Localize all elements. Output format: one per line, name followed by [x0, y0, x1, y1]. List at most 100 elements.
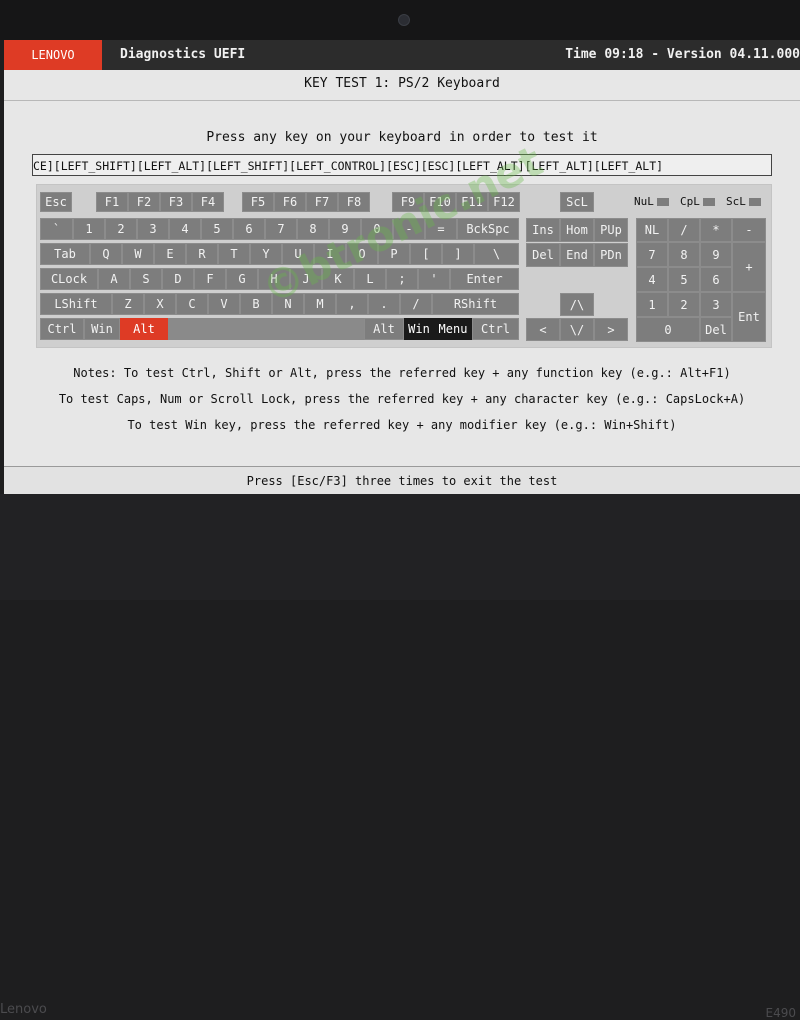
key-numpad-multiply[interactable]: * — [700, 218, 732, 242]
key-p[interactable]: P — [378, 243, 410, 265]
key-right-bracket[interactable]: ] — [442, 243, 474, 265]
key-numpad-9[interactable]: 9 — [700, 242, 732, 267]
key-f6[interactable]: F6 — [274, 192, 306, 212]
key-2[interactable]: 2 — [105, 218, 137, 240]
key-right-ctrl[interactable]: Ctrl — [472, 318, 519, 340]
key-j[interactable]: J — [290, 268, 322, 290]
key-left-shift[interactable]: LShift — [40, 293, 112, 315]
key-8[interactable]: 8 — [297, 218, 329, 240]
key-a[interactable]: A — [98, 268, 130, 290]
key-f12[interactable]: F12 — [488, 192, 520, 212]
key-left-alt[interactable]: Alt — [120, 318, 168, 340]
key-comma[interactable]: , — [336, 293, 368, 315]
key-numpad-0[interactable]: 0 — [636, 317, 700, 342]
key-i[interactable]: I — [314, 243, 346, 265]
key-numpad-2[interactable]: 2 — [668, 292, 700, 317]
key-right-shift[interactable]: RShift — [432, 293, 519, 315]
key-m[interactable]: M — [304, 293, 336, 315]
key-e[interactable]: E — [154, 243, 186, 265]
key-7[interactable]: 7 — [265, 218, 297, 240]
key-enter[interactable]: Enter — [450, 268, 519, 290]
key-right-alt[interactable]: Alt — [364, 318, 404, 340]
key-insert[interactable]: Ins — [526, 218, 560, 242]
key-scroll-lock[interactable]: ScL — [560, 192, 594, 212]
key-v[interactable]: V — [208, 293, 240, 315]
key-quote[interactable]: ' — [418, 268, 450, 290]
key-numpad-6[interactable]: 6 — [700, 267, 732, 292]
key-f4[interactable]: F4 — [192, 192, 224, 212]
arrow-up-key[interactable]: /\ — [560, 293, 594, 316]
key-9[interactable]: 9 — [329, 218, 361, 240]
key-period[interactable]: . — [368, 293, 400, 315]
key-f8[interactable]: F8 — [338, 192, 370, 212]
key-numpad-delete[interactable]: Del — [700, 317, 732, 342]
key-numpad-4[interactable]: 4 — [636, 267, 668, 292]
key-d[interactable]: D — [162, 268, 194, 290]
key-s[interactable]: S — [130, 268, 162, 290]
key-g[interactable]: G — [226, 268, 258, 290]
key-menu[interactable]: Menu — [434, 318, 472, 340]
key-y[interactable]: Y — [250, 243, 282, 265]
key-f5[interactable]: F5 — [242, 192, 274, 212]
key-1[interactable]: 1 — [73, 218, 105, 240]
key-numpad-add[interactable]: + — [732, 242, 766, 292]
key-z[interactable]: Z — [112, 293, 144, 315]
key-slash[interactable]: / — [400, 293, 432, 315]
key-k[interactable]: K — [322, 268, 354, 290]
key-n[interactable]: N — [272, 293, 304, 315]
key-page-up[interactable]: PUp — [594, 218, 628, 242]
key-o[interactable]: O — [346, 243, 378, 265]
key-num-lock[interactable]: NL — [636, 218, 668, 242]
key-numpad-3[interactable]: 3 — [700, 292, 732, 317]
key-3[interactable]: 3 — [137, 218, 169, 240]
key-esc[interactable]: Esc — [40, 192, 72, 212]
key-semicolon[interactable]: ; — [386, 268, 418, 290]
key-home[interactable]: Hom — [560, 218, 594, 242]
key-l[interactable]: L — [354, 268, 386, 290]
key-h[interactable]: H — [258, 268, 290, 290]
key-caps-lock[interactable]: CLock — [40, 268, 98, 290]
key-r[interactable]: R — [186, 243, 218, 265]
key-numpad-enter[interactable]: Ent — [732, 292, 766, 342]
key-numpad-divide[interactable]: / — [668, 218, 700, 242]
arrow-down-key[interactable]: \/ — [560, 318, 594, 341]
key-0[interactable]: 0 — [361, 218, 393, 240]
key-page-down[interactable]: PDn — [594, 243, 628, 267]
arrow-right-key[interactable]: > — [594, 318, 628, 341]
key-c[interactable]: C — [176, 293, 208, 315]
key-minus[interactable]: - — [393, 218, 425, 240]
key-6[interactable]: 6 — [233, 218, 265, 240]
key-f1[interactable]: F1 — [96, 192, 128, 212]
key-q[interactable]: Q — [90, 243, 122, 265]
key-f7[interactable]: F7 — [306, 192, 338, 212]
key-numpad-5[interactable]: 5 — [668, 267, 700, 292]
key-numpad-7[interactable]: 7 — [636, 242, 668, 267]
key-backslash[interactable]: \ — [474, 243, 519, 265]
key-numpad-1[interactable]: 1 — [636, 292, 668, 317]
key-x[interactable]: X — [144, 293, 176, 315]
key-4[interactable]: 4 — [169, 218, 201, 240]
key-w[interactable]: W — [122, 243, 154, 265]
key-b[interactable]: B — [240, 293, 272, 315]
key-left-win[interactable]: Win — [84, 318, 120, 340]
key-right-win[interactable]: Win — [404, 318, 434, 340]
key-tab[interactable]: Tab — [40, 243, 90, 265]
key-equal[interactable]: = — [425, 218, 457, 240]
key-f2[interactable]: F2 — [128, 192, 160, 212]
key-numpad-8[interactable]: 8 — [668, 242, 700, 267]
key-5[interactable]: 5 — [201, 218, 233, 240]
key-u[interactable]: U — [282, 243, 314, 265]
key-t[interactable]: T — [218, 243, 250, 265]
key-numpad-subtract[interactable]: - — [732, 218, 766, 242]
key-f11[interactable]: F11 — [456, 192, 488, 212]
key-f10[interactable]: F10 — [424, 192, 456, 212]
key-left-ctrl[interactable]: Ctrl — [40, 318, 84, 340]
key-left-bracket[interactable]: [ — [410, 243, 442, 265]
key-delete[interactable]: Del — [526, 243, 560, 267]
key-f3[interactable]: F3 — [160, 192, 192, 212]
key-backspace[interactable]: BckSpc — [457, 218, 519, 240]
key-grave[interactable]: ` — [40, 218, 73, 240]
key-space[interactable] — [168, 318, 364, 340]
key-end[interactable]: End — [560, 243, 594, 267]
key-f[interactable]: F — [194, 268, 226, 290]
